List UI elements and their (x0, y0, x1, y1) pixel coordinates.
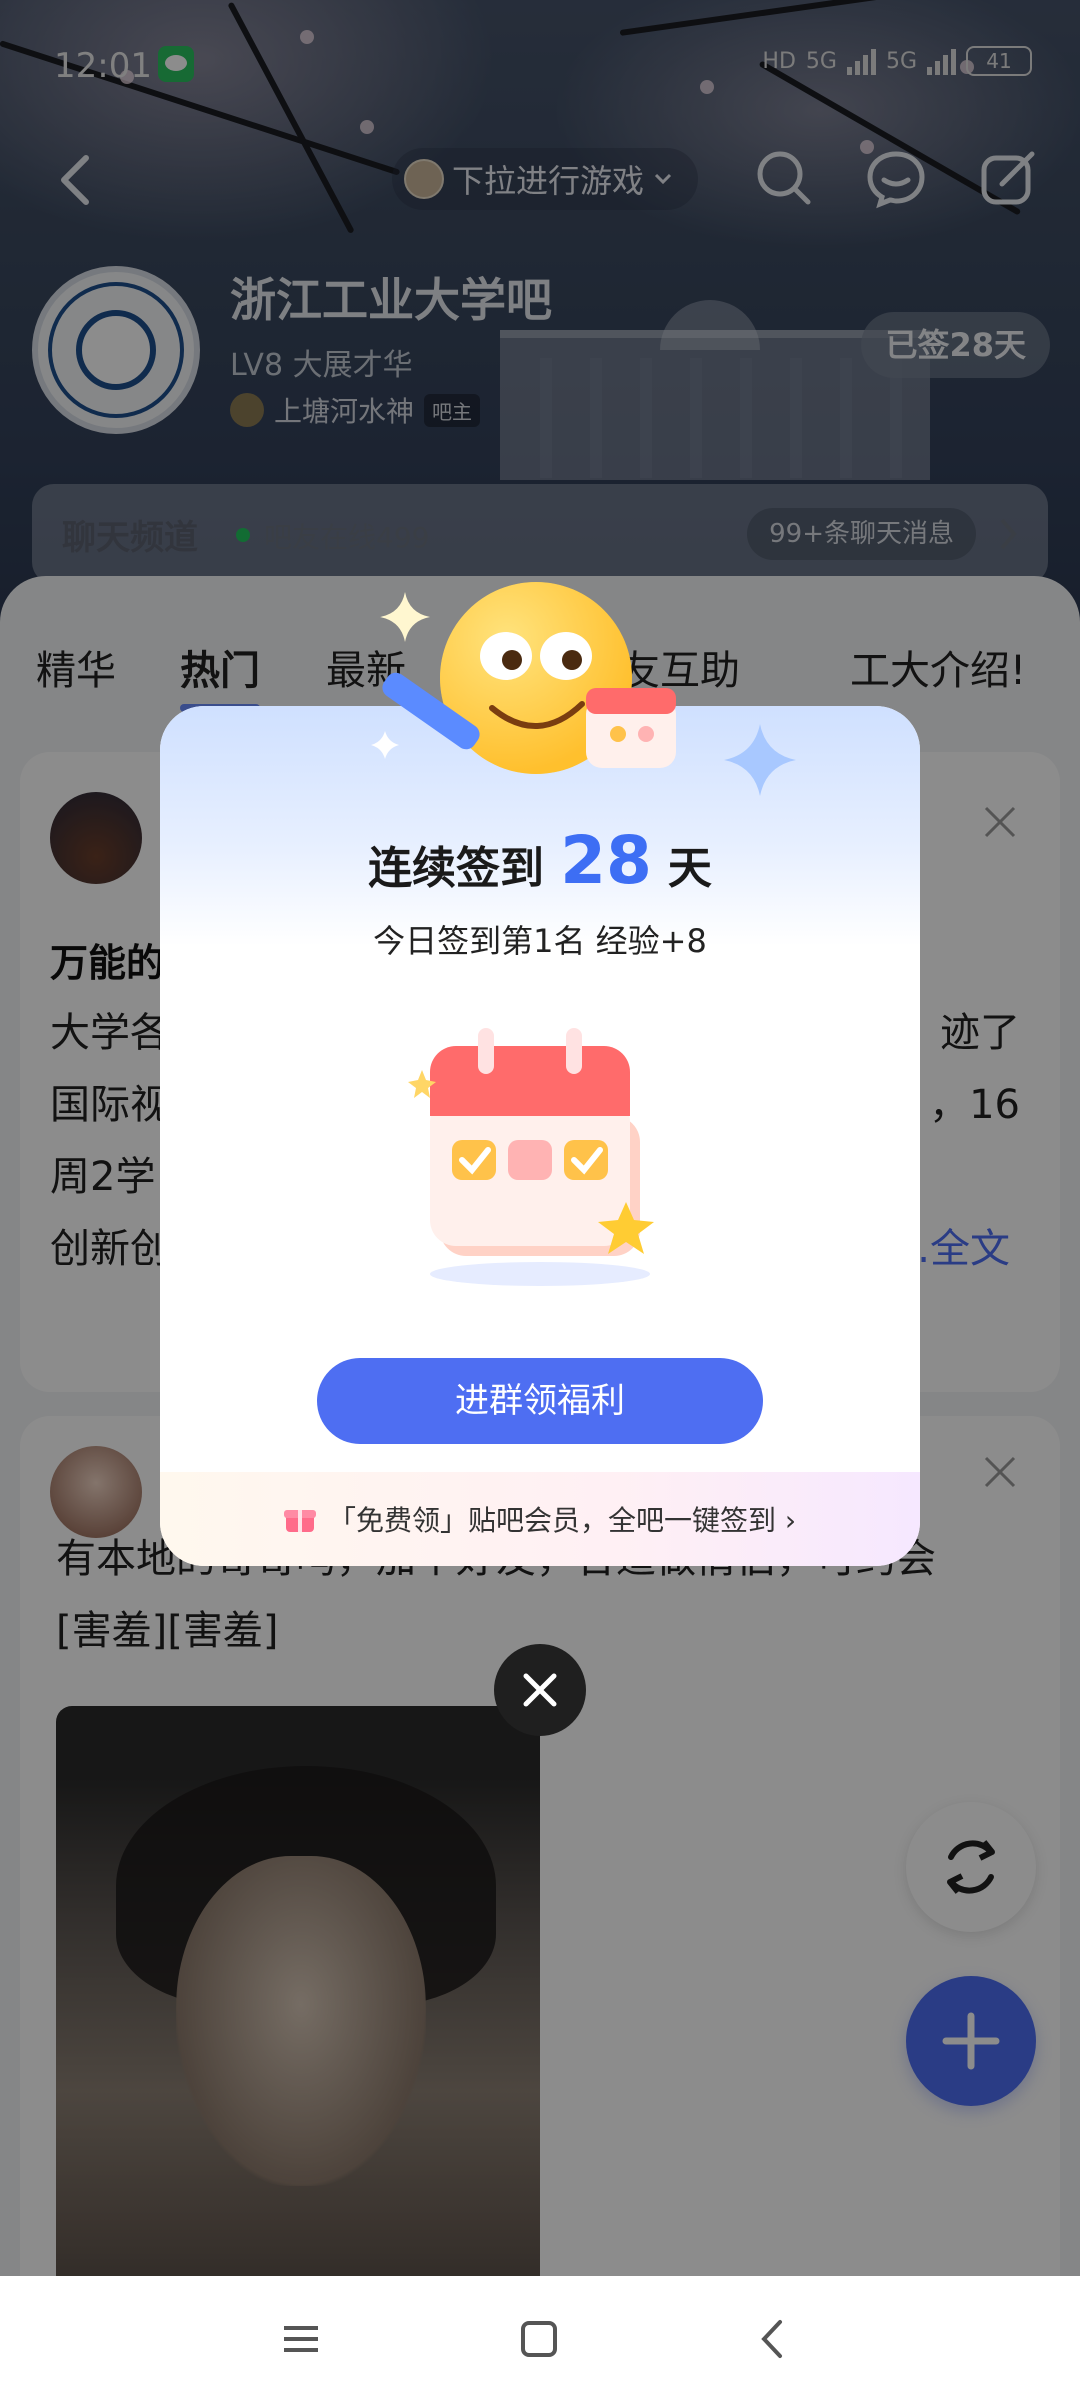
join-group-button[interactable]: 进群领福利 (317, 1358, 763, 1444)
back-icon[interactable] (748, 2314, 798, 2364)
streak-suffix: 天 (667, 843, 712, 894)
home-icon[interactable] (514, 2314, 564, 2364)
membership-promo[interactable]: 「免费领」贴吧会员，全吧一键签到 › (160, 1472, 920, 1566)
system-navigation-bar (0, 2276, 1080, 2400)
sparkle-icon (724, 724, 796, 796)
streak-days: 28 (560, 822, 652, 899)
sign-in-rank: 今日签到第1名 经验+8 (373, 922, 707, 960)
sparkle-icon (380, 592, 430, 642)
close-icon (523, 1673, 557, 1707)
promo-label: 「免费领」贴吧会员，全吧一键签到 › (327, 1504, 797, 1537)
gift-icon (283, 1510, 316, 1532)
streak-prefix: 连续签到 (368, 843, 545, 894)
sign-in-dialog: 连续签到 28 天 今日签到第1名 经验+8 进群领福利 「免费领」贴吧会员，全… (160, 706, 920, 1566)
close-dialog-button[interactable] (494, 1644, 586, 1736)
sign-in-streak: 连续签到 28 天 (160, 822, 920, 899)
calendar-illustration-icon (408, 1028, 654, 1286)
menu-icon[interactable] (276, 2314, 326, 2364)
